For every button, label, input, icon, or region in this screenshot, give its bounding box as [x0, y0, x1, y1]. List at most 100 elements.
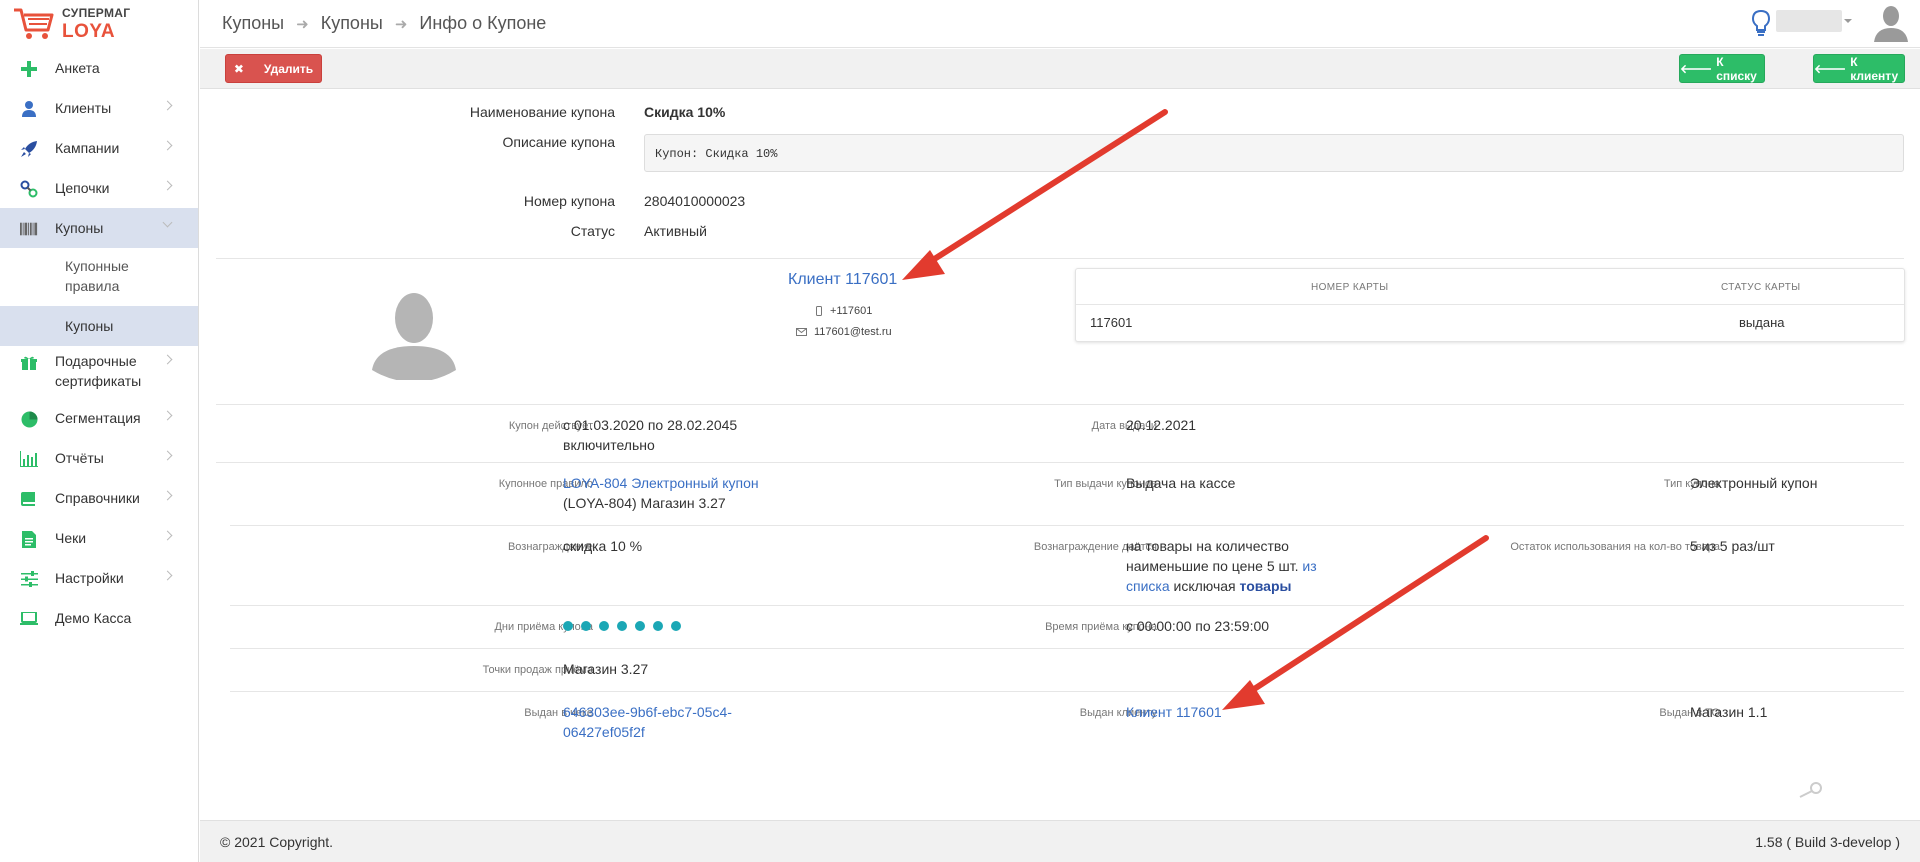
sidebar-item-anketa[interactable]: Анкета: [0, 48, 198, 88]
issued-to-value: Магазин 1.1: [1690, 704, 1768, 720]
chevron-right-icon: [162, 490, 173, 501]
sidebar-item-gift-certificates[interactable]: Подарочные сертификаты: [0, 346, 198, 398]
coupon-status-label: Статус: [570, 223, 615, 239]
sidebar-item-reports[interactable]: Отчёты: [0, 438, 198, 478]
toolbar: ✖ Удалить 🡐 К списку 🡐 К клиенту: [200, 49, 1920, 89]
chevron-right-icon: [162, 410, 173, 421]
sidebar: СУПЕРМАГ LOYA Анкета Клиенты Кампании Це…: [0, 0, 199, 862]
barcode-icon: [20, 220, 38, 238]
to-client-label: К клиенту: [1850, 54, 1899, 83]
time-value: с 00:00:00 по 23:59:00: [1126, 618, 1270, 634]
day-dot: [581, 621, 591, 631]
caret-down-icon[interactable]: [1844, 19, 1852, 23]
breadcrumb-item[interactable]: Купоны: [222, 13, 284, 34]
top-header: Купоны ➜ Купоны ➜ Инфо о Купоне: [200, 0, 1920, 48]
coupon-desc-label: Описание купона: [502, 134, 615, 150]
coupon-type-value: Электронный купон: [1690, 475, 1818, 491]
table-header[interactable]: НОМЕР КАРТЫ: [1311, 282, 1389, 293]
avatar[interactable]: [1874, 4, 1908, 42]
delete-button-label: Удалить: [263, 61, 314, 76]
footer: © 2021 Copyright. 1.58 ( Build 3-develop…: [200, 820, 1920, 862]
issued-client-link[interactable]: Клиент 117601: [1126, 702, 1222, 722]
sidebar-item-label: Клиенты: [55, 100, 112, 116]
reward-goods-link[interactable]: товары: [1240, 578, 1292, 594]
cards-table: НОМЕР КАРТЫ СТАТУС КАРТЫ 117601 выдана: [1075, 268, 1905, 342]
chevron-down-icon: [162, 217, 173, 228]
coupon-rule-link[interactable]: LOYA-804 Электронный купон: [563, 473, 759, 493]
chevron-right-icon: [162, 570, 173, 581]
sidebar-item-clients[interactable]: Клиенты: [0, 88, 198, 128]
card-number-cell: 117601: [1090, 315, 1133, 330]
remain-label: Остаток использования на кол-во товара: [1510, 541, 1720, 553]
valid-period-value-1: с 01.03.2020 по 28.02.2045: [563, 417, 738, 433]
lightbulb-icon[interactable]: [1752, 10, 1770, 36]
issue-type-value: Выдача на кассе: [1126, 475, 1236, 491]
arrow-left-icon: 🡐: [1680, 62, 1713, 76]
card-status-cell: выдана: [1739, 315, 1785, 330]
sidebar-item-label: Чеки: [55, 530, 87, 546]
days-indicator: [563, 621, 681, 631]
logo[interactable]: СУПЕРМАГ LOYA: [10, 4, 190, 44]
sidebar-subitem-coupons[interactable]: Купоны: [0, 306, 198, 346]
day-dot: [635, 621, 645, 631]
rocket-icon: [20, 140, 38, 158]
reward-given-line2: наименьшие по цене 5 шт. из: [1126, 556, 1317, 576]
divider: [216, 462, 1904, 463]
sidebar-item-receipts[interactable]: Чеки: [0, 518, 198, 558]
sidebar-item-campaigns[interactable]: Кампании: [0, 128, 198, 168]
reward-list-link[interactable]: из: [1302, 558, 1316, 574]
issued-receipt-link-2[interactable]: 06427ef05f2f: [563, 722, 645, 742]
sidebar-subitem-coupon-rules[interactable]: Купонные правила: [0, 248, 198, 306]
chevron-right-icon: [162, 180, 173, 191]
issued-receipt-link-1[interactable]: 646303ee-9b6f-ebc7-05c4-: [563, 702, 732, 722]
coupon-desc-box: Купон: Скидка 10%: [644, 134, 1904, 172]
to-client-button[interactable]: 🡐 К клиенту: [1813, 54, 1905, 83]
day-dot: [671, 621, 681, 631]
link-icon: [20, 180, 38, 198]
sidebar-item-segmentation[interactable]: Сегментация: [0, 398, 198, 438]
client-avatar: [372, 293, 456, 380]
sliders-icon: [20, 570, 38, 588]
back-to-list-label: К списку: [1716, 54, 1757, 83]
plus-icon: [20, 60, 38, 78]
chevron-right-icon: [162, 140, 173, 151]
delete-button[interactable]: ✖ Удалить: [225, 54, 322, 83]
day-dot: [617, 621, 627, 631]
client-email: 117601@test.ru: [814, 326, 892, 338]
coupon-number-value: 2804010000023: [644, 193, 746, 209]
sidebar-item-label: Анкета: [55, 60, 100, 76]
book-icon: [20, 490, 38, 508]
coupon-name-value: Скидка 10%: [644, 104, 726, 120]
reward-list-link[interactable]: списка: [1126, 578, 1170, 594]
mobile-icon: [816, 306, 822, 316]
sidebar-item-demo-pos[interactable]: Демо Касса: [0, 598, 198, 638]
sidebar-item-references[interactable]: Справочники: [0, 478, 198, 518]
sale-points-value: Магазин 3.27: [563, 661, 649, 677]
sidebar-item-chains[interactable]: Цепочки: [0, 168, 198, 208]
key-icon[interactable]: [1798, 782, 1822, 798]
sidebar-subitem-label: Купонные правила: [65, 258, 129, 294]
reward-given-line1: на товары на количество: [1126, 538, 1289, 554]
arrow-left-icon: 🡐: [1814, 62, 1847, 76]
breadcrumb-item-current: Инфо о Купоне: [419, 13, 547, 33]
chevron-right-icon: [162, 450, 173, 461]
divider: [230, 691, 1904, 692]
back-to-list-button[interactable]: 🡐 К списку: [1679, 54, 1765, 83]
reward-given-line3: списка исключая товары: [1126, 576, 1291, 596]
arrow-right-icon: ➜: [394, 15, 408, 33]
sidebar-item-settings[interactable]: Настройки: [0, 558, 198, 598]
logo-line2: LOYA: [62, 21, 116, 42]
day-dot: [653, 621, 663, 631]
client-phone: +117601: [830, 305, 873, 317]
sidebar-item-coupons[interactable]: Купоны: [0, 208, 198, 248]
user-icon: [20, 100, 38, 118]
table-header[interactable]: СТАТУС КАРТЫ: [1721, 282, 1801, 293]
breadcrumb-item[interactable]: Купоны: [321, 13, 383, 34]
user-name-blurred[interactable]: [1776, 10, 1842, 32]
logo-line1: СУПЕРМАГ: [62, 6, 131, 20]
coupon-name-label: Наименование купона: [469, 104, 615, 120]
divider: [230, 648, 1904, 649]
sidebar-menu: Анкета Клиенты Кампании Цепочки Купоны К…: [0, 48, 198, 638]
remain-value: 5 из 5 раз/шт: [1690, 538, 1775, 554]
client-link[interactable]: Клиент 117601: [788, 271, 897, 289]
